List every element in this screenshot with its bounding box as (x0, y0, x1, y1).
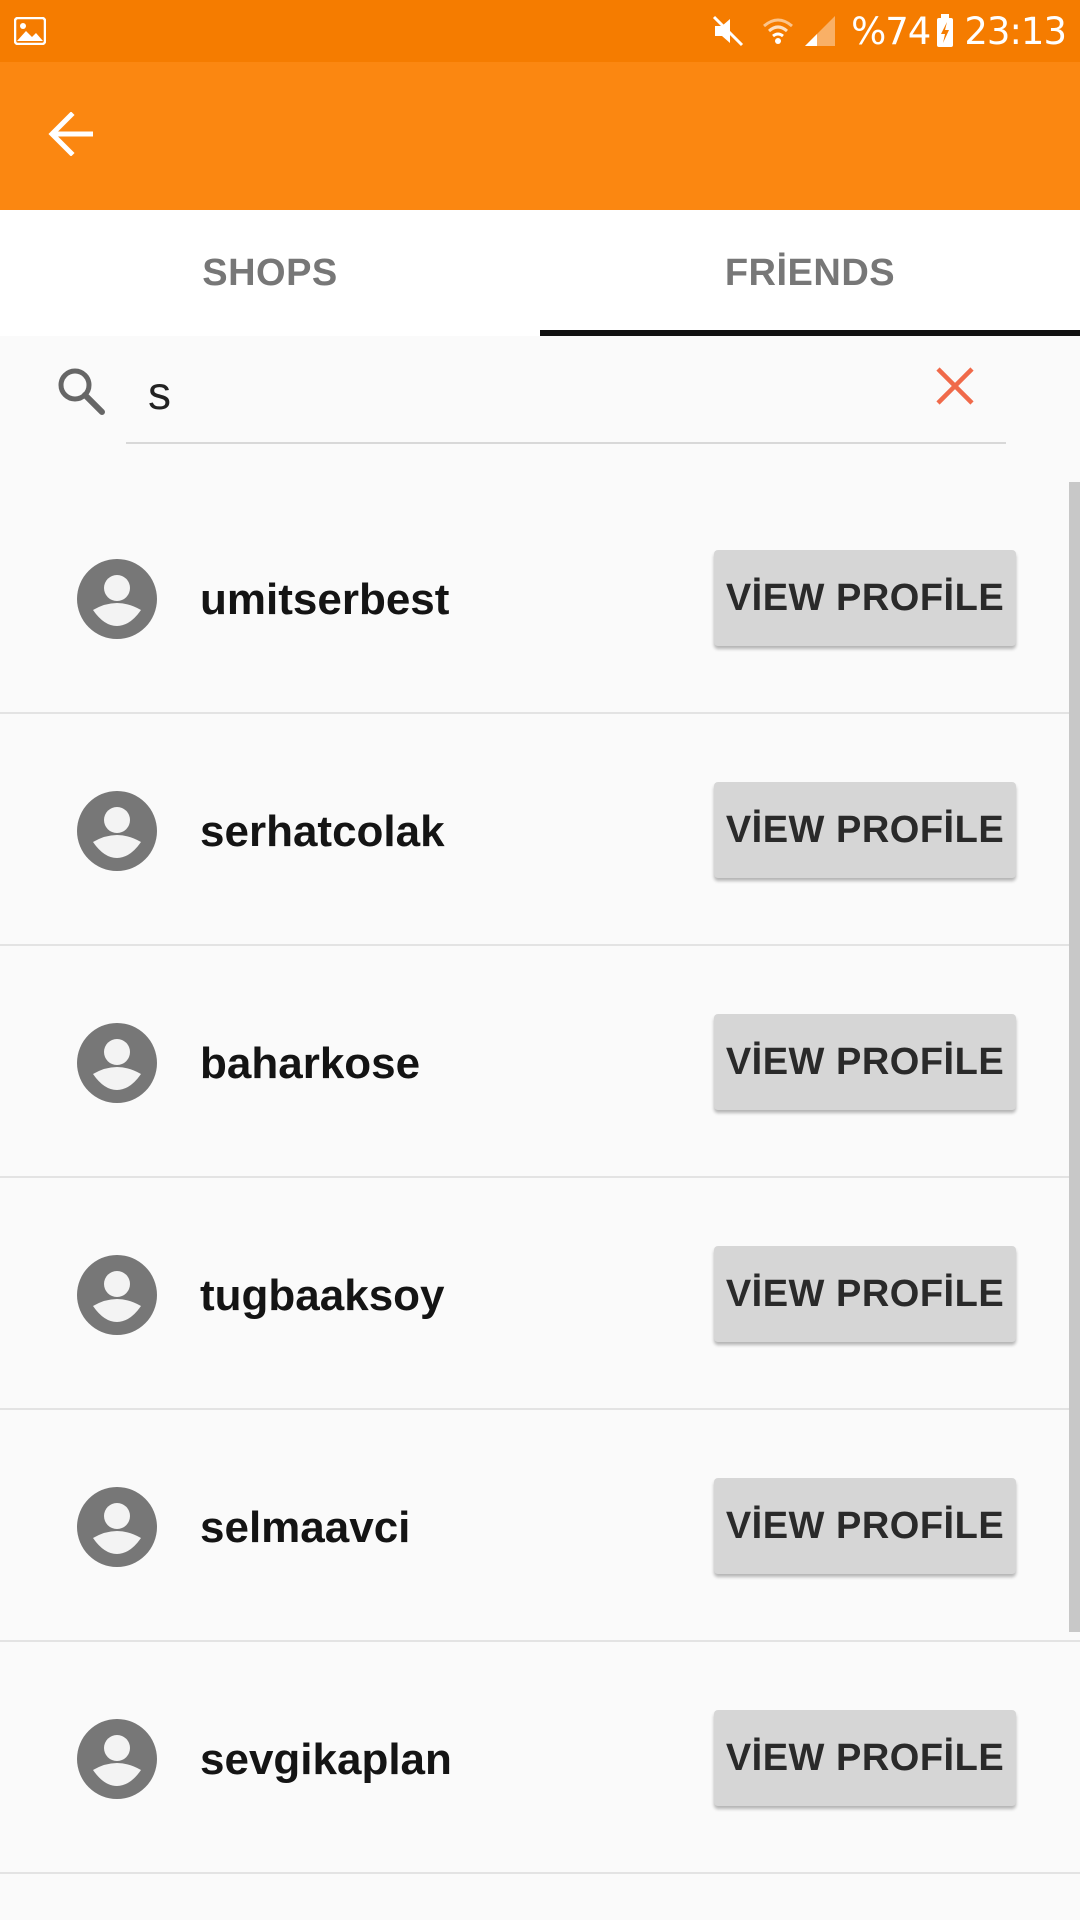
view-profile-button[interactable]: VİEW PROFİLE (714, 1710, 1016, 1806)
view-profile-button[interactable]: VİEW PROFİLE (714, 1478, 1016, 1574)
search-underline (126, 442, 1006, 444)
tab-bar: SHOPS FRİENDS (0, 210, 1080, 336)
view-profile-button[interactable]: VİEW PROFİLE (714, 782, 1016, 878)
avatar-icon (76, 790, 158, 872)
avatar-icon (76, 1254, 158, 1336)
status-time: 23:13 (964, 9, 1067, 53)
gallery-icon (13, 16, 47, 50)
tab-shops[interactable]: SHOPS (0, 210, 540, 336)
battery-percent: %74 (851, 9, 931, 53)
app-bar (0, 62, 1080, 210)
view-profile-button[interactable]: VİEW PROFİLE (714, 550, 1016, 646)
search-bar (0, 336, 1080, 446)
friend-username: umitserbest (200, 575, 450, 624)
status-bar: %74 23:13 (0, 0, 1080, 62)
tab-friends[interactable]: FRİENDS (540, 210, 1080, 336)
friend-username: tugbaaksoy (200, 1271, 445, 1320)
battery-charging-icon (936, 14, 954, 48)
list-item: sevgikaplan VİEW PROFİLE (0, 1642, 1080, 1874)
friend-username: sevgikaplan (200, 1735, 452, 1784)
list-scrollbar[interactable] (1069, 482, 1080, 1632)
friend-username: serhatcolak (200, 807, 445, 856)
list-item: serhatcolak VİEW PROFİLE (0, 714, 1080, 946)
list-item: umitserbest VİEW PROFİLE (0, 482, 1080, 714)
close-icon (935, 366, 975, 411)
list-item: selmaavci VİEW PROFİLE (0, 1410, 1080, 1642)
avatar-icon (76, 558, 158, 640)
clear-search-button[interactable] (925, 358, 985, 418)
friend-username: baharkose (200, 1039, 421, 1088)
view-profile-button[interactable]: VİEW PROFİLE (714, 1014, 1016, 1110)
back-button[interactable] (30, 104, 112, 168)
list-item: baharkose VİEW PROFİLE (0, 946, 1080, 1178)
avatar-icon (76, 1718, 158, 1800)
signal-icon (803, 14, 837, 48)
friend-username: selmaavci (200, 1503, 411, 1552)
avatar-icon (76, 1486, 158, 1568)
wifi-icon (761, 14, 795, 48)
arrow-back-icon (47, 110, 95, 161)
view-profile-button[interactable]: VİEW PROFİLE (714, 1246, 1016, 1342)
mute-icon (711, 14, 745, 48)
friends-list: umitserbest VİEW PROFİLE serhatcolak VİE… (0, 482, 1080, 1874)
list-item: tugbaaksoy VİEW PROFİLE (0, 1178, 1080, 1410)
search-input[interactable] (126, 364, 1006, 422)
search-icon (56, 366, 106, 421)
avatar-icon (76, 1022, 158, 1104)
